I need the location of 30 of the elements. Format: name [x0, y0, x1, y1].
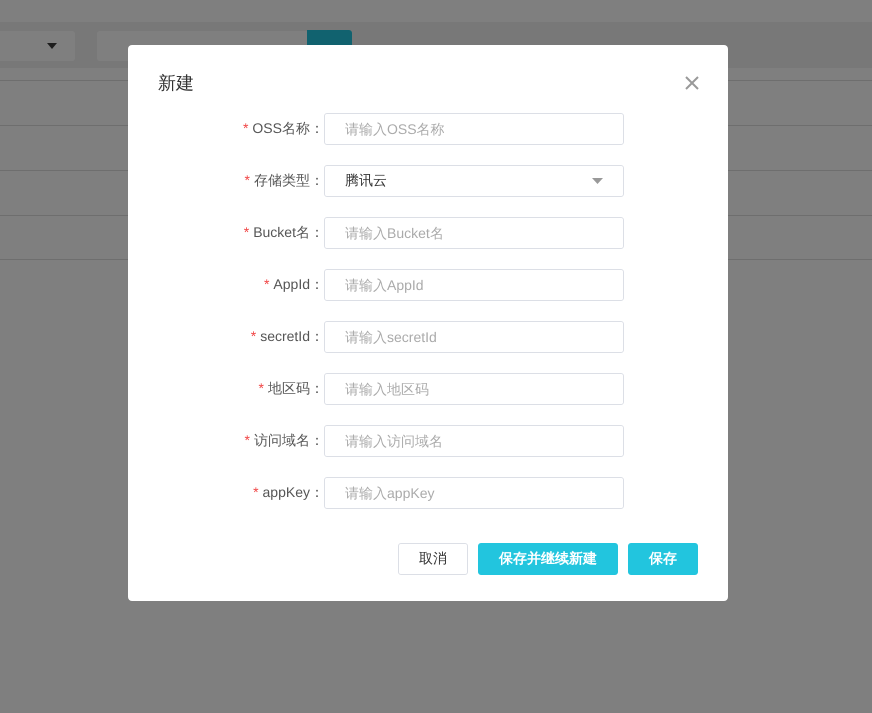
- field-label: secretId：: [260, 328, 324, 344]
- field-label: 存储类型：: [254, 172, 324, 188]
- required-mark: *: [242, 120, 248, 136]
- close-button[interactable]: [684, 75, 700, 91]
- dialog-title: 新建: [158, 72, 194, 95]
- required-mark: *: [244, 432, 250, 448]
- input-field[interactable]: 请输入访问域名: [324, 425, 624, 457]
- required-mark: *: [258, 380, 264, 396]
- field-label: appKey：: [262, 484, 324, 500]
- input-field[interactable]: 请输入appKey: [324, 477, 624, 509]
- input-field[interactable]: 请输入Bucket名: [324, 217, 624, 249]
- input-field[interactable]: 请输入AppId: [324, 269, 624, 301]
- field-label: Bucket名：: [253, 224, 324, 240]
- input-field[interactable]: 请输入OSS名称: [324, 113, 624, 145]
- required-mark: *: [244, 224, 250, 240]
- caret-icon: [47, 42, 57, 48]
- field-label: AppId：: [273, 276, 324, 292]
- field-label: 访问域名：: [254, 432, 324, 448]
- select-field[interactable]: 腾讯云: [324, 165, 624, 197]
- cancel-button[interactable]: 取消: [398, 543, 468, 575]
- required-mark: *: [264, 276, 270, 292]
- input-field[interactable]: 请输入地区码: [324, 373, 624, 405]
- close-icon: [685, 76, 699, 90]
- input-field[interactable]: 请输入secretId: [324, 321, 624, 353]
- field-label: OSS名称：: [252, 120, 324, 136]
- required-mark: *: [250, 328, 256, 344]
- field-label: 地区码：: [268, 380, 324, 396]
- required-mark: *: [253, 484, 259, 500]
- caret-icon: [592, 178, 603, 184]
- required-mark: *: [244, 172, 250, 188]
